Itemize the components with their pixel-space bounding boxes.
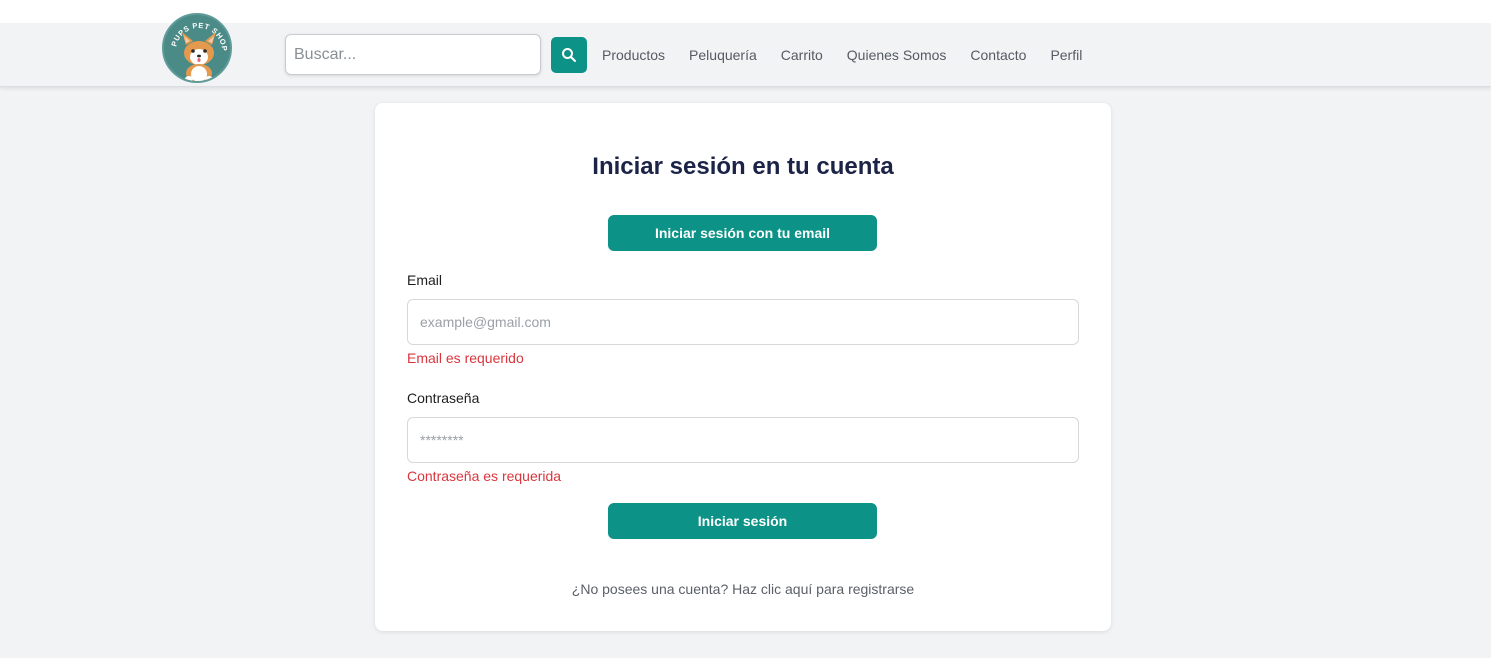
login-card: Iniciar sesión en tu cuenta Iniciar sesi… bbox=[375, 103, 1111, 631]
submit-button[interactable]: Iniciar sesión bbox=[608, 503, 877, 539]
search-icon bbox=[562, 48, 576, 62]
logo[interactable]: PUPS PET SHOP bbox=[162, 13, 232, 83]
corgi-logo-icon: PUPS PET SHOP bbox=[169, 21, 229, 81]
nav-peluqueria[interactable]: Peluquería bbox=[689, 47, 757, 63]
navbar: PUPS PET SHOP Productos Pe bbox=[0, 13, 1491, 87]
search-button[interactable] bbox=[551, 37, 587, 73]
password-error: Contraseña es requerida bbox=[407, 468, 562, 484]
nav-perfil[interactable]: Perfil bbox=[1050, 47, 1082, 63]
email-field[interactable] bbox=[407, 299, 1079, 345]
nav-productos[interactable]: Productos bbox=[602, 47, 665, 63]
page-title: Iniciar sesión en tu cuenta bbox=[592, 153, 894, 180]
search-input[interactable] bbox=[285, 34, 541, 75]
nav-quienes-somos[interactable]: Quienes Somos bbox=[847, 47, 947, 63]
register-link[interactable]: ¿No posees una cuenta? Haz clic aquí par… bbox=[375, 581, 1111, 597]
email-error: Email es requerido bbox=[407, 350, 524, 366]
password-label: Contraseña bbox=[407, 390, 480, 406]
nav-carrito[interactable]: Carrito bbox=[781, 47, 823, 63]
main-nav: Productos Peluquería Carrito Quienes Som… bbox=[602, 23, 1106, 87]
email-login-button[interactable]: Iniciar sesión con tu email bbox=[608, 215, 877, 251]
email-label: Email bbox=[407, 272, 443, 288]
nav-contacto[interactable]: Contacto bbox=[970, 47, 1026, 63]
password-field[interactable] bbox=[407, 417, 1079, 463]
